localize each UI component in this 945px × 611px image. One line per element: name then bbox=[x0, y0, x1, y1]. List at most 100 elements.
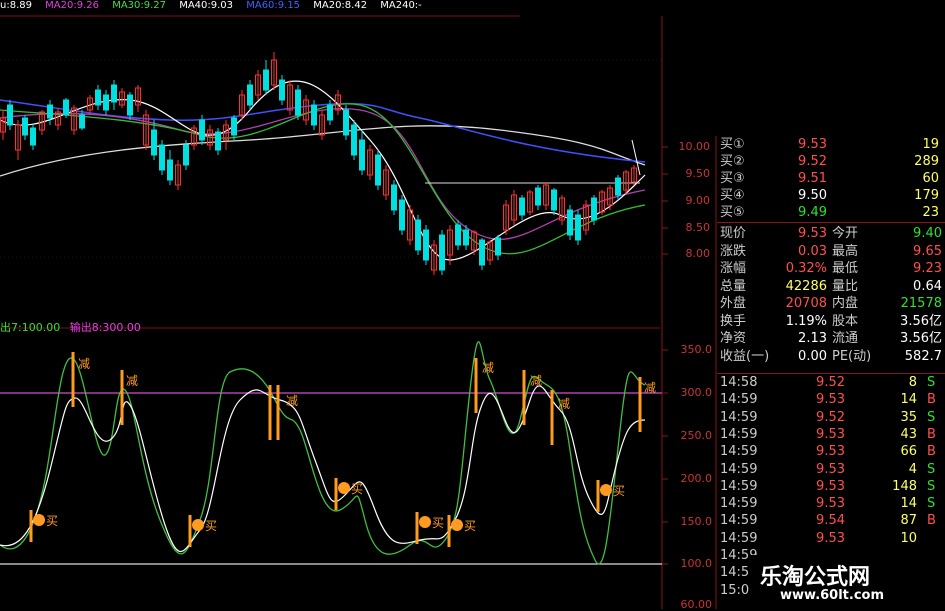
indicator-tick: 300.0 bbox=[680, 386, 713, 399]
tick-time: 14:59 bbox=[720, 461, 758, 477]
candle-body bbox=[439, 234, 445, 271]
stat-value: 0.64 bbox=[913, 278, 942, 294]
stat-label: 今开 bbox=[832, 226, 859, 241]
stat-label: 换手 bbox=[720, 313, 747, 329]
candle-body bbox=[535, 187, 541, 206]
candle-body bbox=[111, 84, 117, 103]
candle-body bbox=[22, 117, 28, 136]
stat-value: 3.56亿 bbox=[900, 313, 942, 329]
stat-label: 涨幅 bbox=[720, 261, 747, 276]
tick-price: 9.53 bbox=[816, 392, 845, 408]
tick-price: 9.53 bbox=[816, 461, 845, 477]
order-volume: 60 bbox=[922, 171, 939, 186]
stat-label: 外盘 bbox=[720, 296, 747, 311]
buy-signal-dot bbox=[338, 482, 350, 494]
order-row: 买① 9.53 19 bbox=[717, 136, 945, 153]
candle-body bbox=[295, 89, 301, 116]
candle-body bbox=[247, 84, 253, 106]
tick-volume: 35 bbox=[900, 409, 917, 425]
stat-label: 最高 bbox=[832, 243, 859, 259]
tick-row: 14:59 9.54 87 B bbox=[717, 512, 945, 529]
tick-price: 9.52 bbox=[816, 375, 845, 390]
buy-signal-dot bbox=[419, 516, 431, 528]
indicator-tick: 100.0 bbox=[680, 557, 713, 570]
stat-value: 20708 bbox=[785, 296, 827, 311]
tick-time: 14:59 bbox=[720, 409, 758, 425]
order-label: 买② bbox=[720, 154, 745, 169]
stat-label: 收益(一) bbox=[720, 348, 770, 364]
stat-row: 收益(一) 0.00 PE(动) 582.7 bbox=[717, 348, 945, 365]
candle-body bbox=[103, 94, 109, 111]
candle-body bbox=[327, 104, 333, 121]
candle-body bbox=[30, 127, 36, 146]
tick-volume: 8 bbox=[908, 375, 917, 390]
tick-volume: 10 bbox=[900, 530, 917, 546]
tick-row: 14:59 9.53 14 B bbox=[717, 391, 945, 408]
sell-signal-label: 减 bbox=[558, 397, 570, 411]
tick-side: S bbox=[927, 461, 936, 477]
candle-body bbox=[127, 94, 133, 116]
order-row: 买③ 9.51 60 bbox=[717, 170, 945, 187]
tick-side: S bbox=[927, 409, 936, 425]
tick-row: 14:59 9.53 10 bbox=[717, 530, 945, 547]
price-tick: 8.00 bbox=[685, 247, 711, 260]
candle-body bbox=[455, 224, 461, 246]
stat-value: 0.03 bbox=[798, 243, 827, 259]
candle-body bbox=[375, 154, 381, 186]
stat-label: 涨跌 bbox=[720, 243, 747, 259]
indicator-legend: 出7:100.00 输出8:300.00 bbox=[0, 319, 141, 335]
order-row: 买④ 9.50 179 bbox=[717, 187, 945, 204]
buy-signal-dot bbox=[192, 519, 204, 531]
output7-label: 出7:100.00 bbox=[0, 321, 61, 334]
price-tick: 10.00 bbox=[678, 140, 711, 153]
tick-row: 14:59 9.52 35 S bbox=[717, 409, 945, 426]
tick-volume: 14 bbox=[900, 392, 917, 408]
sell-signal-label: 减 bbox=[78, 357, 90, 371]
candle-body bbox=[7, 104, 13, 126]
tick-side: S bbox=[927, 478, 936, 494]
buy-signal-label: 买 bbox=[351, 482, 363, 496]
candle-body bbox=[567, 209, 573, 236]
candle-body bbox=[199, 119, 205, 141]
sell-signal-label: 减 bbox=[286, 394, 298, 408]
indicator-tick: 60.00 bbox=[680, 598, 713, 611]
candle-body bbox=[519, 197, 525, 216]
candle-body bbox=[159, 144, 165, 171]
tick-time: 14:59 bbox=[720, 444, 758, 460]
stat-row: 换手 1.19% 股本 3.56亿 bbox=[717, 313, 945, 330]
watermark-url: www.60lt.com bbox=[780, 588, 885, 603]
sell-signal-label: 减 bbox=[482, 361, 494, 375]
candle-body bbox=[231, 117, 237, 136]
stat-value: 9.40 bbox=[913, 226, 942, 241]
stat-label: PE(动) bbox=[832, 348, 872, 364]
candle-body bbox=[279, 79, 285, 101]
tick-time: 14:59 bbox=[720, 426, 758, 442]
tick-volume: 87 bbox=[900, 513, 917, 529]
candle-body bbox=[151, 129, 157, 156]
candle-body bbox=[415, 219, 421, 251]
order-label: 买⑤ bbox=[720, 205, 745, 220]
stat-value: 0.32% bbox=[785, 261, 827, 276]
buy-signal-label: 买 bbox=[205, 519, 217, 533]
order-volume: 289 bbox=[914, 154, 939, 169]
order-price: 9.52 bbox=[798, 154, 827, 169]
tick-row: 14:59 9.53 43 B bbox=[717, 426, 945, 443]
price-tick: 9.00 bbox=[685, 194, 711, 207]
tick-volume: 43 bbox=[900, 426, 917, 442]
tick-volume: 148 bbox=[892, 478, 917, 494]
tick-side: B bbox=[927, 444, 936, 460]
sell-signal-label: 减 bbox=[530, 374, 542, 388]
tick-price: 9.54 bbox=[816, 513, 845, 529]
candle-body bbox=[343, 109, 349, 136]
candle-body bbox=[351, 124, 357, 156]
indicator-tick: 350.0 bbox=[680, 343, 713, 356]
stat-value: 0.00 bbox=[798, 348, 827, 364]
candle-body bbox=[63, 99, 69, 116]
tick-time: 14:59 bbox=[720, 496, 758, 512]
stat-label: 股本 bbox=[832, 313, 859, 329]
tick-volume: 66 bbox=[900, 444, 917, 460]
tick-price: 9.52 bbox=[816, 409, 845, 425]
tick-row: 14:59 9.53 14 S bbox=[717, 495, 945, 512]
candle-body bbox=[615, 177, 621, 196]
order-volume: 23 bbox=[922, 205, 939, 220]
